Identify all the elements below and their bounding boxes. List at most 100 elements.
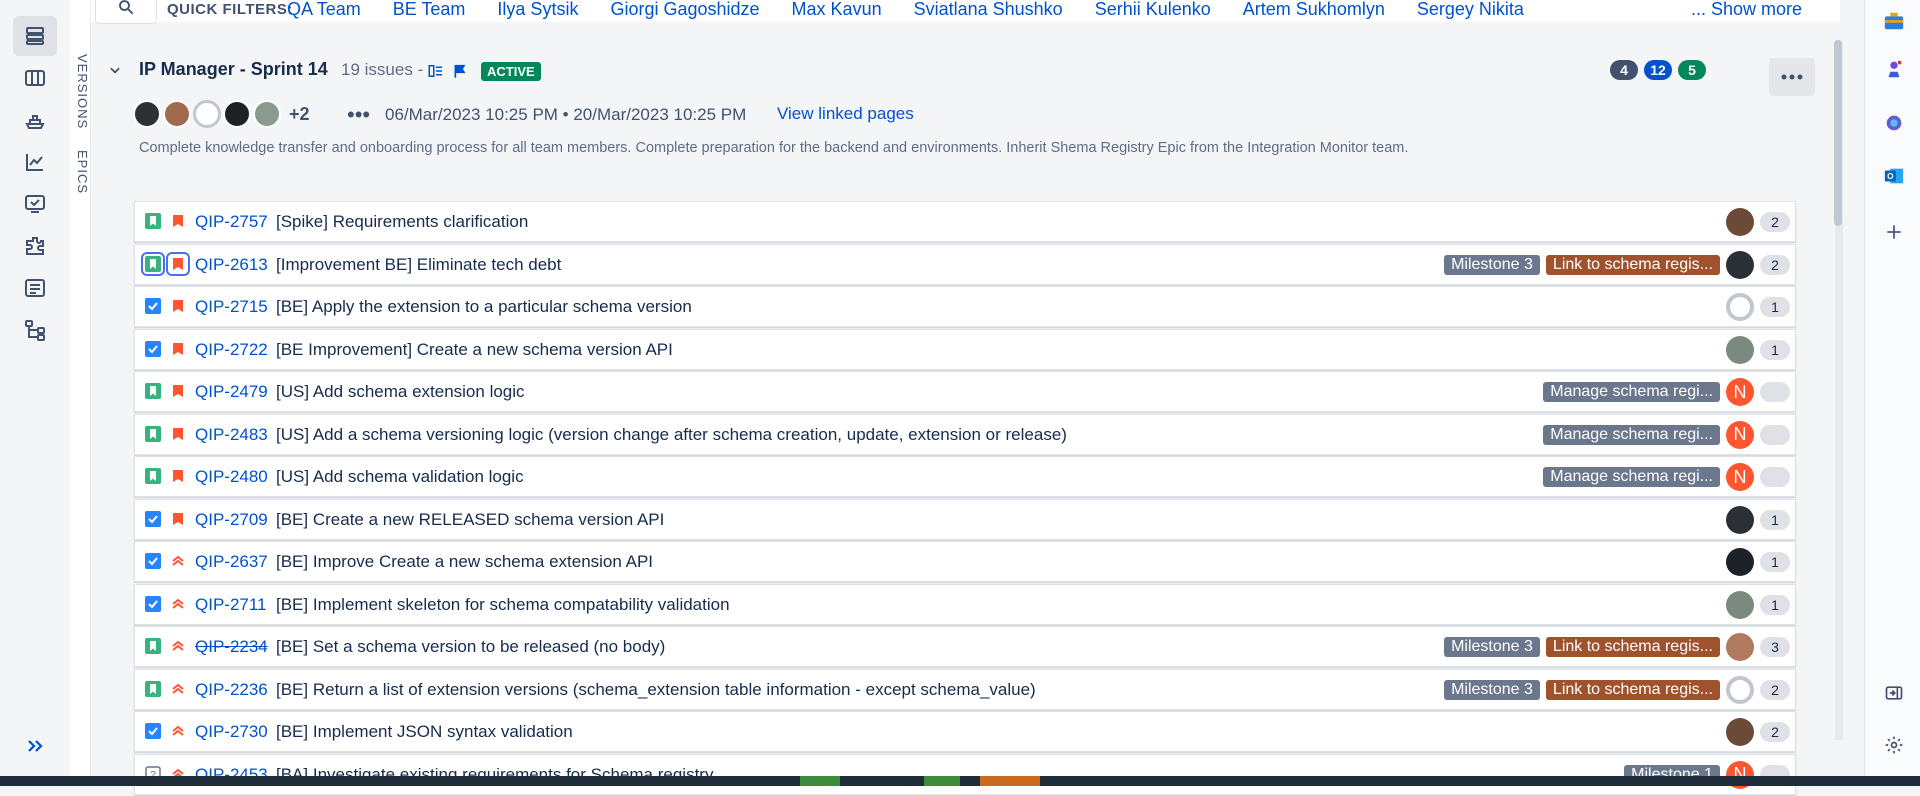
settings-gear-icon[interactable] bbox=[1881, 732, 1907, 758]
board-icon[interactable] bbox=[13, 58, 57, 98]
add-icon[interactable] bbox=[1881, 219, 1907, 245]
epic-label[interactable]: Link to schema regis... bbox=[1545, 254, 1720, 275]
issue-key-link[interactable]: QIP-2480 bbox=[195, 467, 268, 487]
more-members-count[interactable]: +2 bbox=[289, 104, 310, 125]
chess-icon[interactable] bbox=[1881, 56, 1907, 82]
quick-filter-qa-team[interactable]: QA Team bbox=[287, 0, 361, 20]
quick-filter-be-team[interactable]: BE Team bbox=[393, 0, 466, 20]
issue-summary[interactable]: [Improvement BE] Eliminate tech debt bbox=[276, 255, 561, 275]
assignee-avatar[interactable] bbox=[1726, 548, 1754, 576]
issue-summary[interactable]: [US] Add a schema versioning logic (vers… bbox=[276, 425, 1067, 445]
briefcase-icon[interactable] bbox=[1881, 8, 1907, 34]
assignee-avatar[interactable] bbox=[1726, 208, 1754, 236]
issue-summary[interactable]: [BE] Set a schema version to be released… bbox=[276, 637, 665, 657]
quick-filter-sergey-nikita[interactable]: Sergey Nikita bbox=[1417, 0, 1524, 20]
copilot-icon[interactable] bbox=[1881, 110, 1907, 136]
issue-key-link[interactable]: QIP-2757 bbox=[195, 212, 268, 232]
avatar[interactable] bbox=[223, 100, 251, 128]
issue-key-link[interactable]: QIP-2709 bbox=[195, 510, 268, 530]
issue-key-link[interactable]: QIP-2730 bbox=[195, 722, 268, 742]
assignee-avatar[interactable]: N bbox=[1726, 420, 1754, 449]
sidebar-toggle-icon[interactable] bbox=[1881, 680, 1907, 706]
avatar[interactable] bbox=[253, 100, 281, 128]
assignee-avatar[interactable] bbox=[1726, 718, 1754, 746]
issue-summary[interactable]: [BE] Create a new RELEASED schema versio… bbox=[276, 510, 664, 530]
components-icon[interactable] bbox=[13, 226, 57, 266]
issue-summary[interactable]: [US] Add schema extension logic bbox=[276, 382, 525, 402]
assignee-avatar[interactable] bbox=[1726, 335, 1754, 364]
epic-label[interactable]: Link to schema regis... bbox=[1545, 637, 1720, 657]
collapse-sprint-button[interactable] bbox=[105, 60, 125, 80]
issue-key-link[interactable]: QIP-2722 bbox=[195, 340, 268, 360]
issue-row[interactable]: QIP-2730 [BE] Implement JSON syntax valid… bbox=[134, 711, 1796, 752]
sprint-board-icon[interactable] bbox=[426, 62, 446, 80]
version-label[interactable]: Milestone 3 bbox=[1444, 637, 1540, 657]
releases-icon[interactable] bbox=[13, 100, 57, 140]
issue-row[interactable]: ? QIP-2453 [BA] Investigate existing requi… bbox=[134, 753, 1796, 795]
issue-row[interactable]: QIP-2479 [US] Add schema extension logic M… bbox=[134, 371, 1796, 412]
issue-key-link[interactable]: QIP-2715 bbox=[195, 297, 268, 317]
quick-filter-max-kavun[interactable]: Max Kavun bbox=[792, 0, 882, 20]
issue-summary[interactable]: [US] Add schema validation logic bbox=[276, 467, 524, 487]
issue-key-link[interactable]: QIP-2483 bbox=[195, 425, 268, 445]
epics-tab[interactable]: EPICS bbox=[70, 150, 90, 194]
issue-key-link[interactable]: QIP-2479 bbox=[195, 382, 268, 402]
avatar[interactable] bbox=[163, 100, 191, 128]
issue-summary[interactable]: [BE] Apply the extension to a particular… bbox=[276, 297, 692, 317]
list-icon[interactable] bbox=[13, 268, 57, 308]
members-more-icon[interactable]: ••• bbox=[347, 102, 370, 128]
issue-summary[interactable]: [BE] Implement skeleton for schema compa… bbox=[276, 595, 730, 615]
issue-row[interactable]: QIP-2480 [US] Add schema validation logic… bbox=[134, 456, 1796, 497]
show-more-filters-link[interactable]: ... Show more bbox=[1691, 0, 1802, 20]
quick-filter-sviatlana-shushko[interactable]: Sviatlana Shushko bbox=[914, 0, 1063, 20]
taskbar-app[interactable] bbox=[924, 776, 960, 786]
issue-row[interactable]: QIP-2637 [BE] Improve Create a new schema… bbox=[134, 541, 1796, 582]
epic-label[interactable]: Manage schema regi... bbox=[1543, 382, 1720, 402]
issue-row[interactable]: QIP-2483 [US] Add a schema versioning log… bbox=[134, 413, 1796, 455]
issue-row[interactable]: QIP-2722 [BE Improvement] Create a new sc… bbox=[134, 328, 1796, 370]
search-button[interactable] bbox=[95, 0, 157, 24]
versions-tab[interactable]: VERSIONS bbox=[70, 52, 90, 132]
assignee-avatar[interactable] bbox=[1726, 250, 1754, 279]
outlook-icon[interactable]: O bbox=[1881, 163, 1907, 189]
backlog-icon[interactable] bbox=[13, 16, 57, 56]
reports-icon[interactable] bbox=[13, 142, 57, 182]
issue-summary[interactable]: [BE] Implement JSON syntax validation bbox=[276, 722, 573, 742]
taskbar-app[interactable] bbox=[800, 776, 840, 786]
issue-key-link[interactable]: QIP-2613 bbox=[195, 255, 268, 275]
quick-filter-artem-sukhomlyn[interactable]: Artem Sukhomlyn bbox=[1243, 0, 1385, 20]
hierarchy-icon[interactable] bbox=[13, 310, 57, 350]
issue-row[interactable]: QIP-2715 [BE] Apply the extension to a pa… bbox=[134, 286, 1796, 327]
assignee-avatar[interactable] bbox=[1726, 675, 1754, 704]
version-label[interactable]: Milestone 3 bbox=[1444, 254, 1540, 275]
issue-key-link[interactable]: QIP-2711 bbox=[195, 595, 267, 615]
quick-filter-ilya-sytsik[interactable]: Ilya Sytsik bbox=[497, 0, 578, 20]
epic-label[interactable]: Manage schema regi... bbox=[1543, 424, 1720, 445]
flag-icon[interactable] bbox=[452, 62, 468, 80]
issue-summary[interactable]: [BE Improvement] Create a new schema ver… bbox=[276, 340, 673, 360]
avatar[interactable] bbox=[133, 100, 161, 128]
issue-summary[interactable]: [BE] Return a list of extension versions… bbox=[276, 680, 1036, 700]
issue-row[interactable]: QIP-2757 [Spike] Requirements clarificati… bbox=[134, 201, 1796, 242]
taskbar-app[interactable] bbox=[980, 776, 1040, 786]
sprint-more-actions-button[interactable] bbox=[1769, 58, 1815, 96]
avatar[interactable] bbox=[193, 100, 221, 128]
issue-summary[interactable]: [BE] Improve Create a new schema extensi… bbox=[276, 552, 653, 572]
issue-row[interactable]: QIP-2709 [BE] Create a new RELEASED schem… bbox=[134, 498, 1796, 540]
assignee-avatar[interactable] bbox=[1726, 505, 1754, 534]
assignee-avatar[interactable] bbox=[1726, 590, 1754, 619]
version-label[interactable]: Milestone 3 bbox=[1444, 679, 1540, 700]
quick-filter-giorgi-gagoshidze[interactable]: Giorgi Gagoshidze bbox=[610, 0, 759, 20]
scrollbar-thumb[interactable] bbox=[1834, 40, 1842, 226]
issue-key-link[interactable]: QIP-2234 bbox=[195, 637, 268, 657]
assignee-avatar[interactable] bbox=[1726, 633, 1754, 661]
issue-row[interactable]: QIP-2613 [Improvement BE] Eliminate tech … bbox=[134, 243, 1796, 285]
view-linked-pages-link[interactable]: View linked pages bbox=[777, 104, 914, 124]
epic-label[interactable]: Manage schema regi... bbox=[1543, 467, 1720, 487]
issue-row[interactable]: QIP-2234 [BE] Set a schema version to be … bbox=[134, 626, 1796, 667]
issues-icon[interactable] bbox=[13, 184, 57, 224]
issue-key-link[interactable]: QIP-2236 bbox=[195, 680, 268, 700]
issue-row[interactable]: QIP-2711 [BE] Implement skeleton for sche… bbox=[134, 583, 1796, 625]
assignee-avatar[interactable]: N bbox=[1726, 378, 1754, 406]
quick-filter-serhii-kulenko[interactable]: Serhii Kulenko bbox=[1095, 0, 1211, 20]
